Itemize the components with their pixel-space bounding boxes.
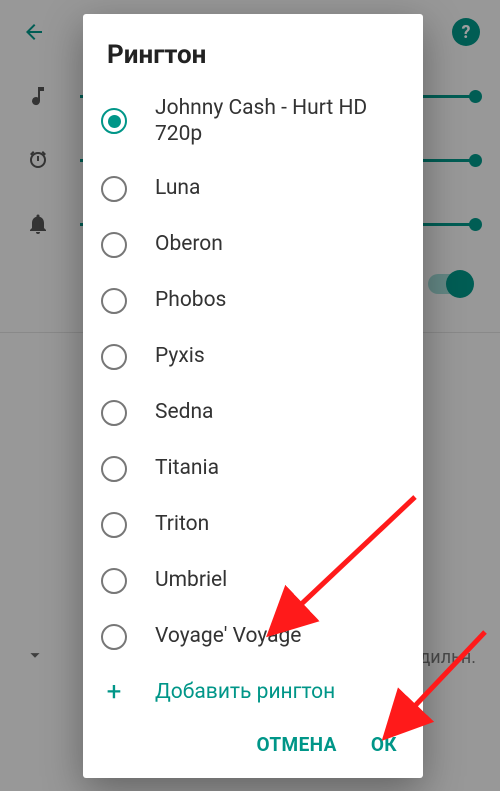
radio-icon [101, 400, 127, 426]
add-ringtone-label: Добавить рингтон [155, 680, 335, 704]
ringtone-option[interactable]: Johnny Cash - Hurt HD 720p [83, 82, 423, 161]
ringtone-list[interactable]: Johnny Cash - Hurt HD 720p Luna Oberon Phob… [83, 78, 423, 719]
ringtone-option[interactable]: Triton [83, 497, 423, 553]
radio-icon [101, 512, 127, 538]
ringtone-option[interactable]: Sedna [83, 385, 423, 441]
ringtone-option[interactable]: Pyxis [83, 329, 423, 385]
ringtone-option[interactable]: Phobos [83, 273, 423, 329]
radio-icon [101, 232, 127, 258]
ringtone-label: Pyxis [155, 343, 205, 369]
radio-icon [101, 456, 127, 482]
ringtone-label: Titania [155, 455, 219, 481]
ringtone-label: Johnny Cash - Hurt HD 720p [155, 95, 405, 148]
dialog-actions: ОТМЕНА ОК [83, 719, 423, 778]
radio-icon [101, 108, 127, 134]
radio-icon [101, 568, 127, 594]
cancel-button[interactable]: ОТМЕНА [256, 733, 336, 756]
ringtone-label: Voyage' Voyage [155, 623, 301, 649]
radio-icon [101, 288, 127, 314]
radio-icon [101, 624, 127, 650]
ringtone-option[interactable]: Voyage' Voyage [83, 609, 423, 665]
ringtone-label: Luna [155, 175, 200, 201]
ringtone-option[interactable]: Luna [83, 161, 423, 217]
plus-icon: + [101, 679, 127, 705]
ringtone-option[interactable]: Umbriel [83, 553, 423, 609]
dialog-title: Рингтон [83, 14, 423, 78]
ringtone-label: Phobos [155, 287, 226, 313]
ok-button[interactable]: ОК [371, 733, 397, 756]
ringtone-label: Umbriel [155, 567, 227, 593]
screen: ? дильн. [0, 0, 500, 791]
radio-icon [101, 344, 127, 370]
radio-icon [101, 176, 127, 202]
add-ringtone[interactable]: + Добавить рингтон [83, 665, 423, 719]
ringtone-dialog: Рингтон Johnny Cash - Hurt HD 720p Luna Ob… [83, 14, 423, 778]
ringtone-option[interactable]: Titania [83, 441, 423, 497]
ringtone-label: Sedna [155, 399, 213, 425]
ringtone-option[interactable]: Oberon [83, 217, 423, 273]
ringtone-label: Triton [155, 511, 209, 537]
ringtone-label: Oberon [155, 231, 223, 257]
